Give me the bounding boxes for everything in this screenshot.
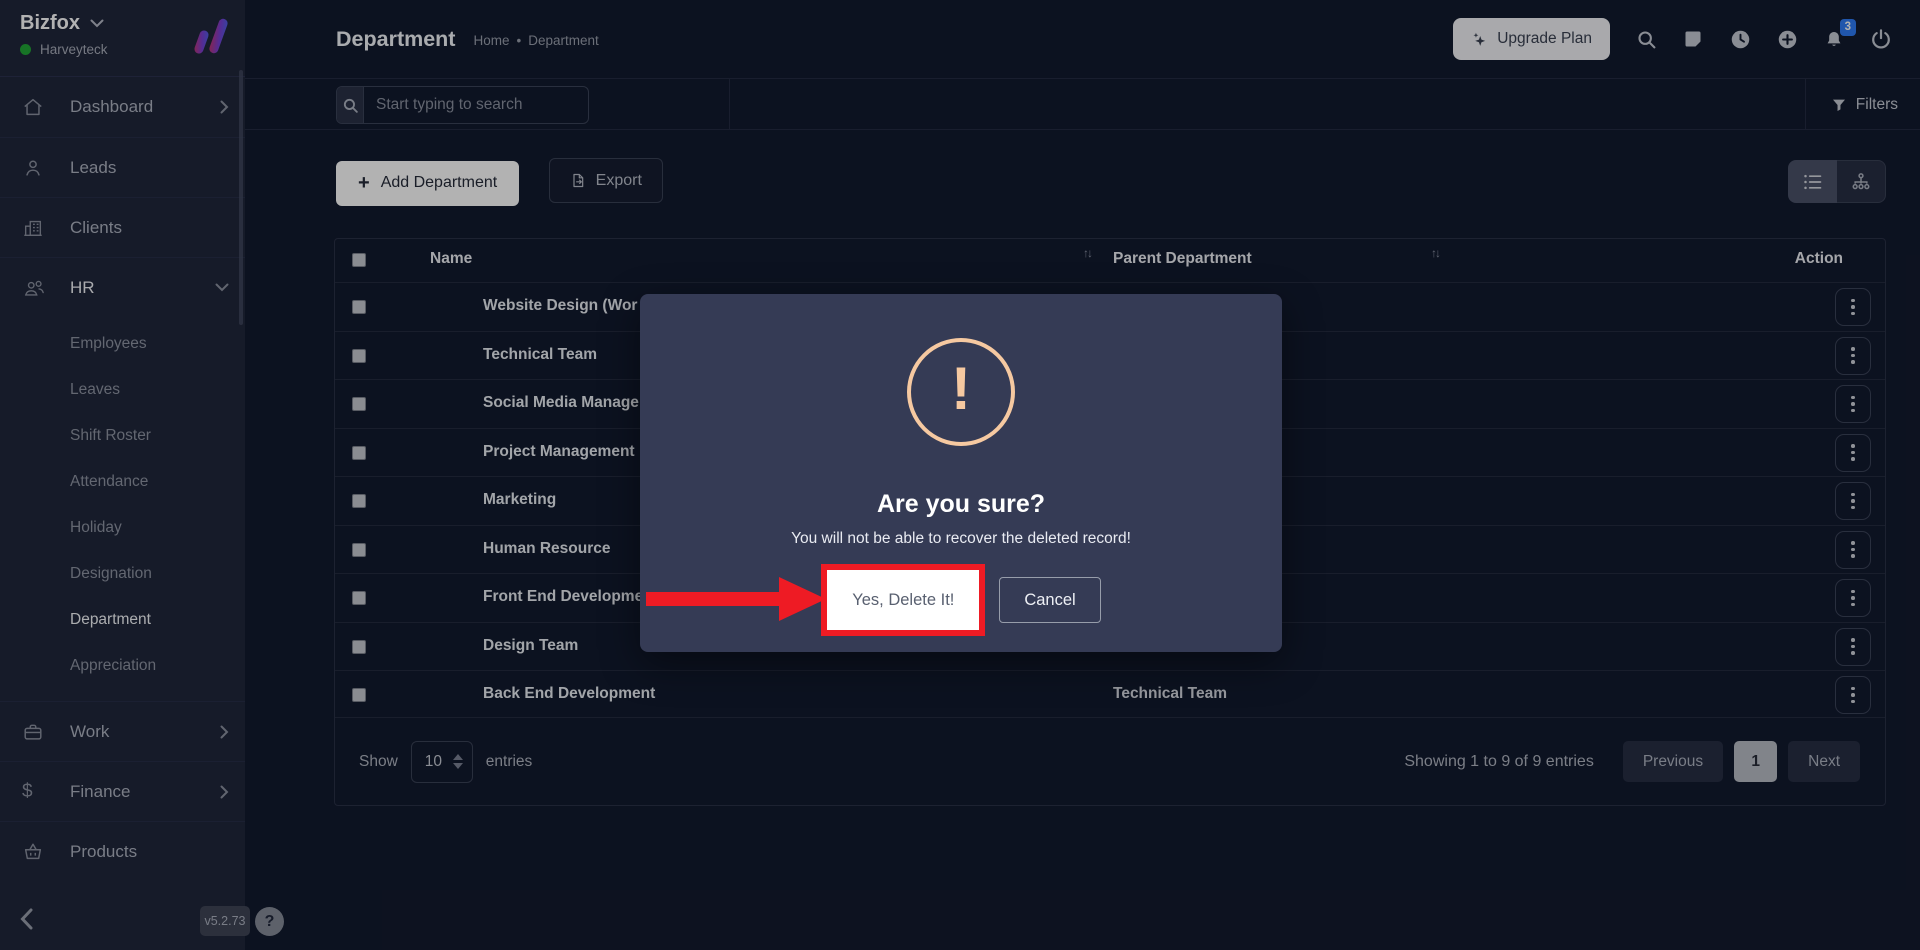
annotation-highlight-box: Yes, Delete It! xyxy=(821,564,985,636)
warning-circle-icon: ! xyxy=(907,338,1015,446)
confirm-delete-button[interactable]: Yes, Delete It! xyxy=(827,570,979,630)
dialog-title: Are you sure? xyxy=(640,490,1282,519)
cancel-button[interactable]: Cancel xyxy=(999,577,1100,623)
warning-exclamation-icon: ! xyxy=(951,359,971,425)
dialog-message: You will not be able to recover the dele… xyxy=(640,530,1282,548)
app-root: Bizfox Harveyteck xyxy=(0,0,1920,950)
annotation-arrow xyxy=(645,570,827,628)
